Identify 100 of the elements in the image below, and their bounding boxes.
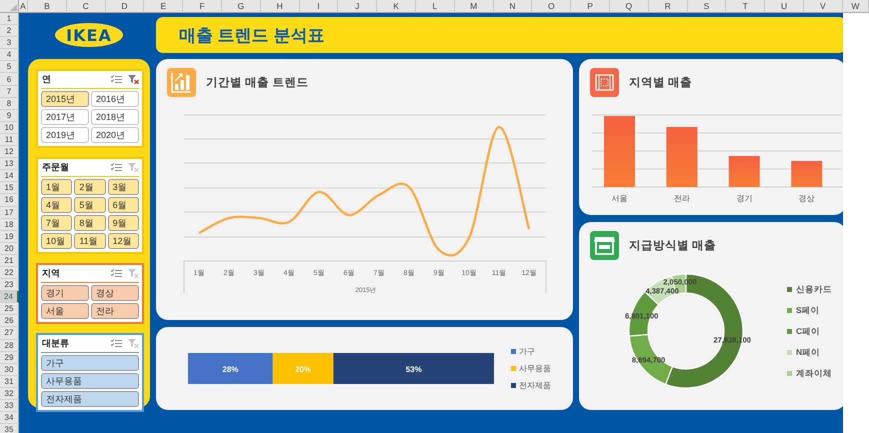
- filter-button[interactable]: 사무용품: [41, 373, 139, 389]
- column-header[interactable]: G: [222, 0, 261, 13]
- bar: [728, 156, 760, 187]
- row-header[interactable]: 6: [0, 73, 19, 86]
- filter-button[interactable]: 2019년: [41, 127, 89, 143]
- filter-button[interactable]: 5월: [74, 197, 106, 213]
- filter-button[interactable]: 경상: [91, 285, 139, 301]
- row-header[interactable]: 3: [0, 37, 19, 50]
- row-header[interactable]: 29: [0, 352, 19, 364]
- row-header[interactable]: 35: [0, 424, 19, 433]
- legend-label: S페이: [796, 304, 820, 316]
- data-label: 20%: [295, 365, 312, 374]
- column-header[interactable]: B: [28, 0, 67, 13]
- slicer-title: 연: [41, 73, 52, 86]
- legend-label: 사무용품: [519, 363, 551, 374]
- filter-button[interactable]: 서울: [41, 303, 89, 319]
- column-header[interactable]: K: [377, 0, 416, 13]
- filter-button[interactable]: 경기: [41, 285, 89, 301]
- row-header[interactable]: 30: [0, 364, 19, 376]
- row-header[interactable]: 33: [0, 400, 19, 412]
- row-header[interactable]: 34: [0, 412, 19, 424]
- row-header[interactable]: 20: [0, 242, 19, 255]
- row-header[interactable]: 12: [0, 146, 19, 158]
- multi-select-icon[interactable]: [111, 75, 122, 84]
- filter-button[interactable]: 2016년: [91, 91, 139, 107]
- row-header[interactable]: 27: [0, 327, 19, 340]
- row-header[interactable]: 21: [0, 254, 19, 267]
- row-header[interactable]: 24: [0, 291, 19, 304]
- column-header[interactable]: V: [804, 0, 843, 13]
- filter-button[interactable]: 2020년: [91, 127, 139, 143]
- column-header[interactable]: P: [571, 0, 610, 13]
- row-header[interactable]: 19: [0, 230, 19, 243]
- filter-button[interactable]: 가구: [41, 355, 139, 371]
- row-header[interactable]: 22: [0, 266, 19, 280]
- filter-button[interactable]: 11월: [74, 233, 106, 249]
- row-header[interactable]: 5: [0, 61, 19, 74]
- filter-button[interactable]: 2월: [74, 179, 106, 195]
- row-header[interactable]: 13: [0, 158, 19, 170]
- row-header[interactable]: 23: [0, 279, 19, 292]
- filter-button[interactable]: 3월: [108, 179, 139, 195]
- row-header[interactable]: 11: [0, 134, 19, 146]
- column-header[interactable]: T: [726, 0, 766, 13]
- row-header[interactable]: 14: [0, 170, 19, 182]
- row-header[interactable]: 25: [0, 303, 19, 316]
- row-header[interactable]: 15: [0, 182, 19, 194]
- column-header[interactable]: I: [300, 0, 338, 13]
- filter-button[interactable]: 전자제품: [41, 391, 139, 407]
- legend-label: N페이: [796, 346, 820, 358]
- column-header[interactable]: Q: [610, 0, 649, 13]
- row-header[interactable]: 7: [0, 86, 19, 98]
- row-header[interactable]: 1: [0, 13, 19, 26]
- column-header[interactable]: R: [648, 0, 688, 13]
- row-header[interactable]: 28: [0, 340, 19, 352]
- column-header[interactable]: F: [183, 0, 222, 13]
- column-header[interactable]: H: [260, 0, 300, 13]
- column-header[interactable]: M: [454, 0, 494, 13]
- filter-button[interactable]: 4월: [41, 197, 72, 213]
- filter-button[interactable]: 전라: [91, 303, 139, 319]
- multi-select-icon[interactable]: [111, 339, 122, 348]
- column-header[interactable]: N: [494, 0, 532, 13]
- column-header[interactable]: L: [416, 0, 455, 13]
- row-header[interactable]: 26: [0, 315, 19, 328]
- row-header[interactable]: 2: [0, 25, 19, 38]
- clear-filter-icon[interactable]: [128, 75, 139, 84]
- row-header[interactable]: 9: [0, 110, 19, 122]
- row-header[interactable]: 17: [0, 206, 19, 219]
- legend-label: C페이: [796, 325, 820, 337]
- filter-button[interactable]: 10월: [41, 233, 72, 249]
- filter-button[interactable]: 12월: [108, 233, 139, 249]
- filter-button[interactable]: 8월: [74, 215, 106, 231]
- slicer-title: 대분류: [41, 337, 70, 350]
- column-header[interactable]: S: [688, 0, 726, 13]
- chart-title: 지역별 매출: [629, 76, 692, 90]
- column-header[interactable]: W: [842, 0, 869, 13]
- legend-label: 전자제품: [519, 380, 551, 391]
- column-header[interactable]: E: [144, 0, 184, 13]
- row-header[interactable]: 16: [0, 194, 19, 206]
- row-header[interactable]: 31: [0, 376, 19, 388]
- filter-button[interactable]: 6월: [108, 197, 139, 213]
- select-all-corner[interactable]: [0, 0, 19, 13]
- row-header[interactable]: 18: [0, 218, 19, 231]
- row-header[interactable]: 4: [0, 49, 19, 62]
- filter-button[interactable]: 2018년: [91, 109, 139, 125]
- filter-button[interactable]: 1월: [41, 179, 72, 195]
- column-header[interactable]: U: [765, 0, 804, 13]
- column-header[interactable]: O: [532, 0, 572, 13]
- filter-button[interactable]: 2017년: [41, 109, 89, 125]
- legend-label: 가구: [519, 346, 535, 357]
- column-header[interactable]: C: [66, 0, 106, 13]
- multi-select-icon[interactable]: [111, 269, 122, 278]
- filter-button[interactable]: 2015년: [41, 91, 89, 107]
- filter-button[interactable]: 7월: [41, 215, 72, 231]
- column-header[interactable]: A: [19, 0, 28, 13]
- multi-select-icon[interactable]: [111, 163, 122, 172]
- row-header[interactable]: 32: [0, 388, 19, 400]
- filter-button[interactable]: 9월: [108, 215, 139, 231]
- column-header[interactable]: D: [106, 0, 144, 13]
- row-header[interactable]: 10: [0, 122, 19, 134]
- column-header[interactable]: J: [338, 0, 378, 13]
- row-header[interactable]: 8: [0, 98, 19, 110]
